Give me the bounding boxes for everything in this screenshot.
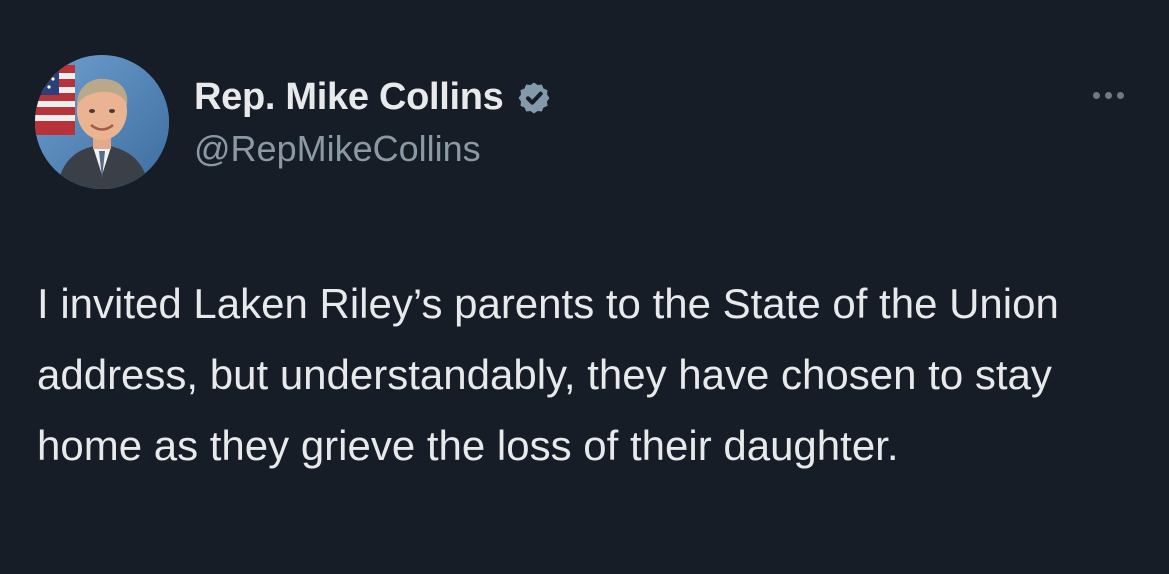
author-name-row: Rep. Mike Collins — [194, 76, 554, 119]
author-display-name[interactable]: Rep. Mike Collins — [194, 76, 504, 119]
more-options-icon — [1116, 91, 1124, 99]
verified-badge-icon — [514, 78, 554, 118]
author-handle[interactable]: @RepMikeCollins — [194, 128, 481, 170]
more-options-button[interactable] — [1085, 80, 1131, 110]
tweet-text: I invited Laken Riley’s parents to the S… — [37, 280, 1059, 469]
avatar-image — [35, 55, 169, 189]
more-options-icon — [1092, 91, 1100, 99]
tweet-card: Rep. Mike Collins @RepMikeCollins I invi… — [0, 0, 1169, 574]
more-options-icon — [1104, 91, 1112, 99]
avatar[interactable] — [35, 55, 169, 189]
